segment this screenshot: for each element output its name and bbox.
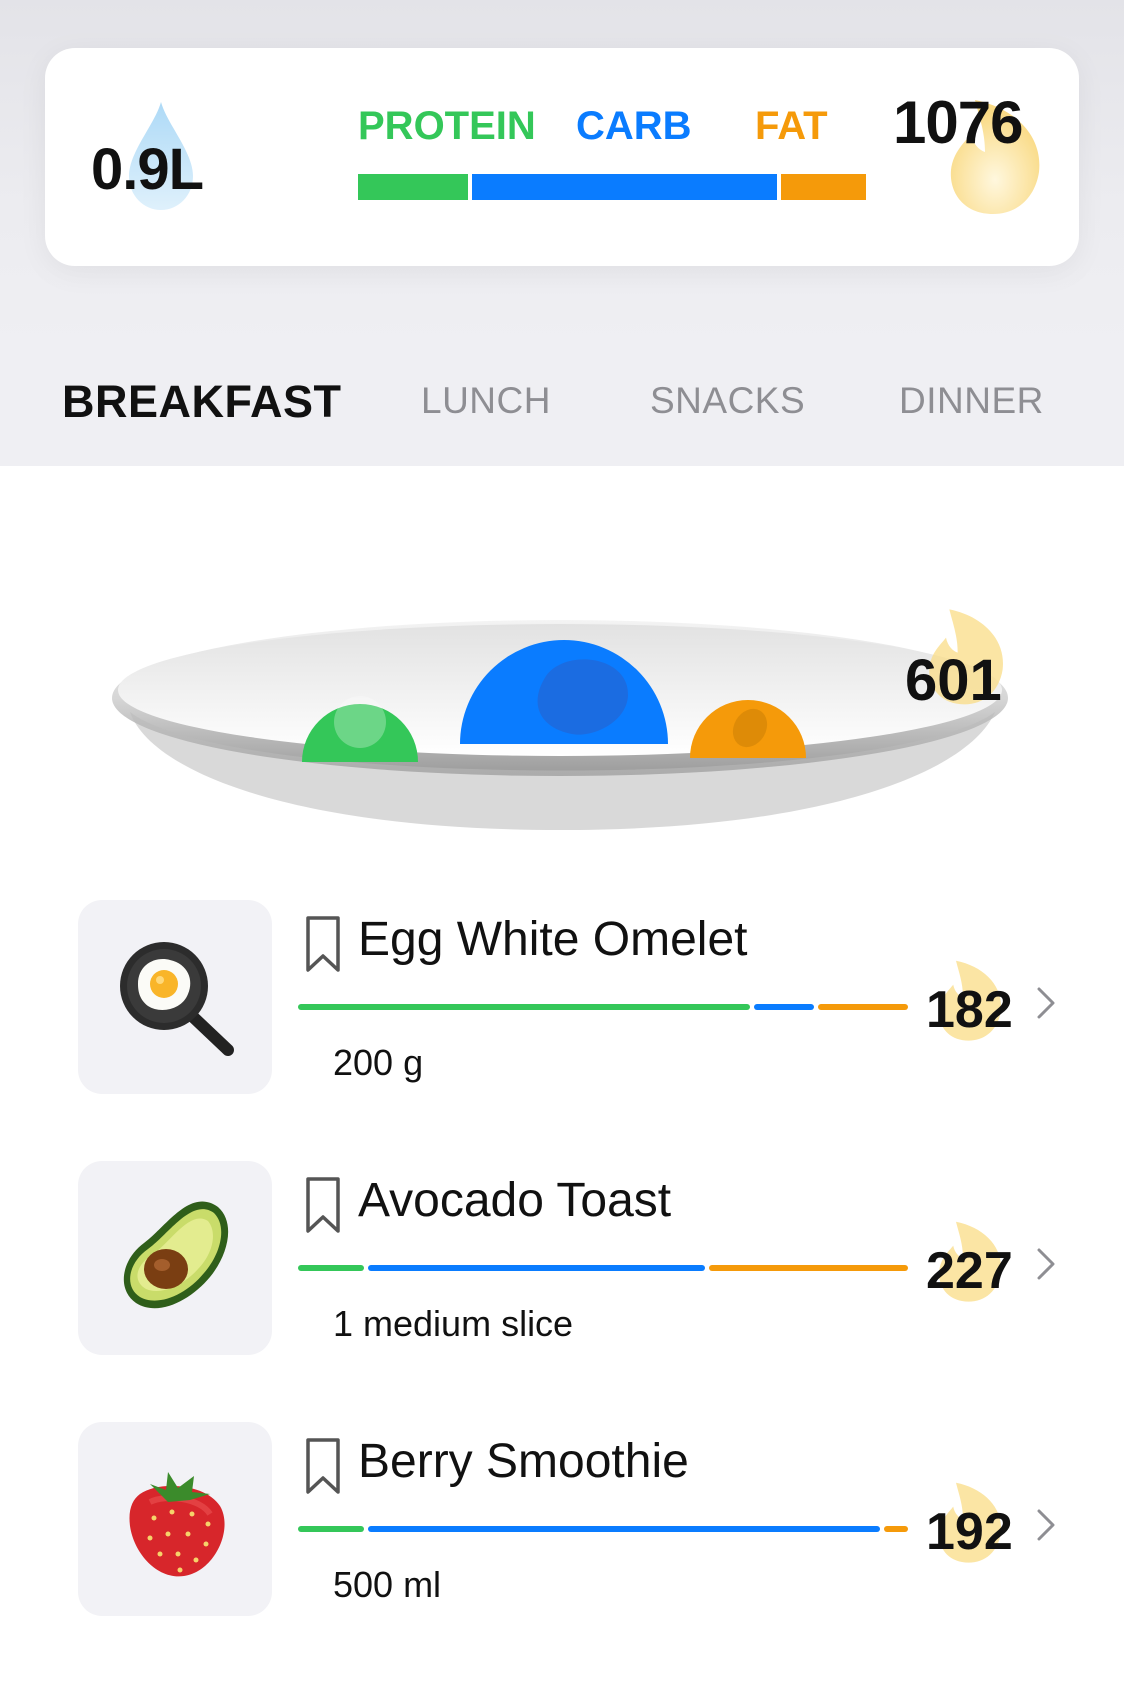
macro-segment-fat	[781, 174, 866, 200]
macro-segment-protein	[358, 174, 468, 200]
frying-pan-egg-icon	[120, 942, 234, 1056]
food-item-avocado-toast[interactable]: Avocado Toast 1 medium slice 227	[78, 1161, 1068, 1355]
bookmark-icon[interactable]	[304, 914, 342, 974]
tab-dinner[interactable]: DINNER	[899, 380, 1044, 422]
meal-tabs: BREAKFAST LUNCH SNACKS DINNER	[0, 346, 1124, 466]
macro-legend: PROTEIN CARB FAT	[358, 104, 878, 154]
macro-segment-carb	[368, 1526, 880, 1532]
chevron-right-icon[interactable]	[1036, 1508, 1056, 1542]
macro-segment-fat	[709, 1265, 908, 1271]
macro-segment-carb	[368, 1265, 705, 1271]
macro-segment-fat	[818, 1004, 908, 1010]
macro-label-carb: CARB	[576, 104, 692, 148]
food-portion: 1 medium slice	[333, 1303, 574, 1344]
food-thumbnail	[78, 1422, 272, 1616]
food-macro-bar	[298, 1526, 908, 1532]
food-item-berry-smoothie[interactable]: Berry Smoothie 500 ml 192	[78, 1422, 1068, 1616]
chevron-right-icon[interactable]	[1036, 986, 1056, 1020]
daily-calories-value: 1076	[893, 89, 1023, 156]
macro-segment-fat	[884, 1526, 908, 1532]
macro-segment-carb	[754, 1004, 814, 1010]
food-item-egg-white-omelet[interactable]: Egg White Omelet 200 g 182	[78, 900, 1068, 1094]
food-calories: 227	[926, 1242, 1013, 1300]
food-name: Avocado Toast	[358, 1174, 672, 1227]
strawberry-icon	[129, 1472, 225, 1577]
food-calories: 192	[926, 1503, 1013, 1561]
macro-distribution-bar	[358, 174, 866, 200]
food-portion: 200 g	[333, 1042, 424, 1083]
bookmark-icon[interactable]	[304, 1175, 342, 1235]
macro-segment-carb	[472, 174, 777, 200]
macro-label-protein: PROTEIN	[358, 104, 536, 148]
water-value: 0.9L	[91, 137, 204, 202]
food-name: Berry Smoothie	[358, 1435, 689, 1488]
tab-lunch[interactable]: LUNCH	[421, 380, 551, 422]
food-portion: 500 ml	[333, 1564, 442, 1605]
food-name: Egg White Omelet	[358, 913, 748, 966]
meal-calories-value: 601	[905, 648, 1002, 713]
food-macro-bar	[298, 1265, 908, 1271]
food-calories: 182	[926, 981, 1013, 1039]
tab-breakfast[interactable]: BREAKFAST	[62, 376, 342, 428]
food-thumbnail	[78, 1161, 272, 1355]
macro-segment-protein	[298, 1526, 364, 1532]
chevron-right-icon[interactable]	[1036, 1247, 1056, 1281]
food-thumbnail	[78, 900, 272, 1094]
food-macro-bar	[298, 1004, 908, 1010]
macro-segment-protein	[298, 1265, 364, 1271]
tab-snacks[interactable]: SNACKS	[650, 380, 805, 422]
meal-plate[interactable]	[110, 600, 1020, 840]
macro-label-fat: FAT	[755, 104, 828, 148]
plate-illustration	[112, 620, 1008, 830]
macro-segment-protein	[298, 1004, 750, 1010]
avocado-icon	[123, 1201, 229, 1309]
daily-summary-card[interactable]: 0.9L PROTEIN CARB FAT	[45, 48, 1079, 266]
bookmark-icon[interactable]	[304, 1436, 342, 1496]
